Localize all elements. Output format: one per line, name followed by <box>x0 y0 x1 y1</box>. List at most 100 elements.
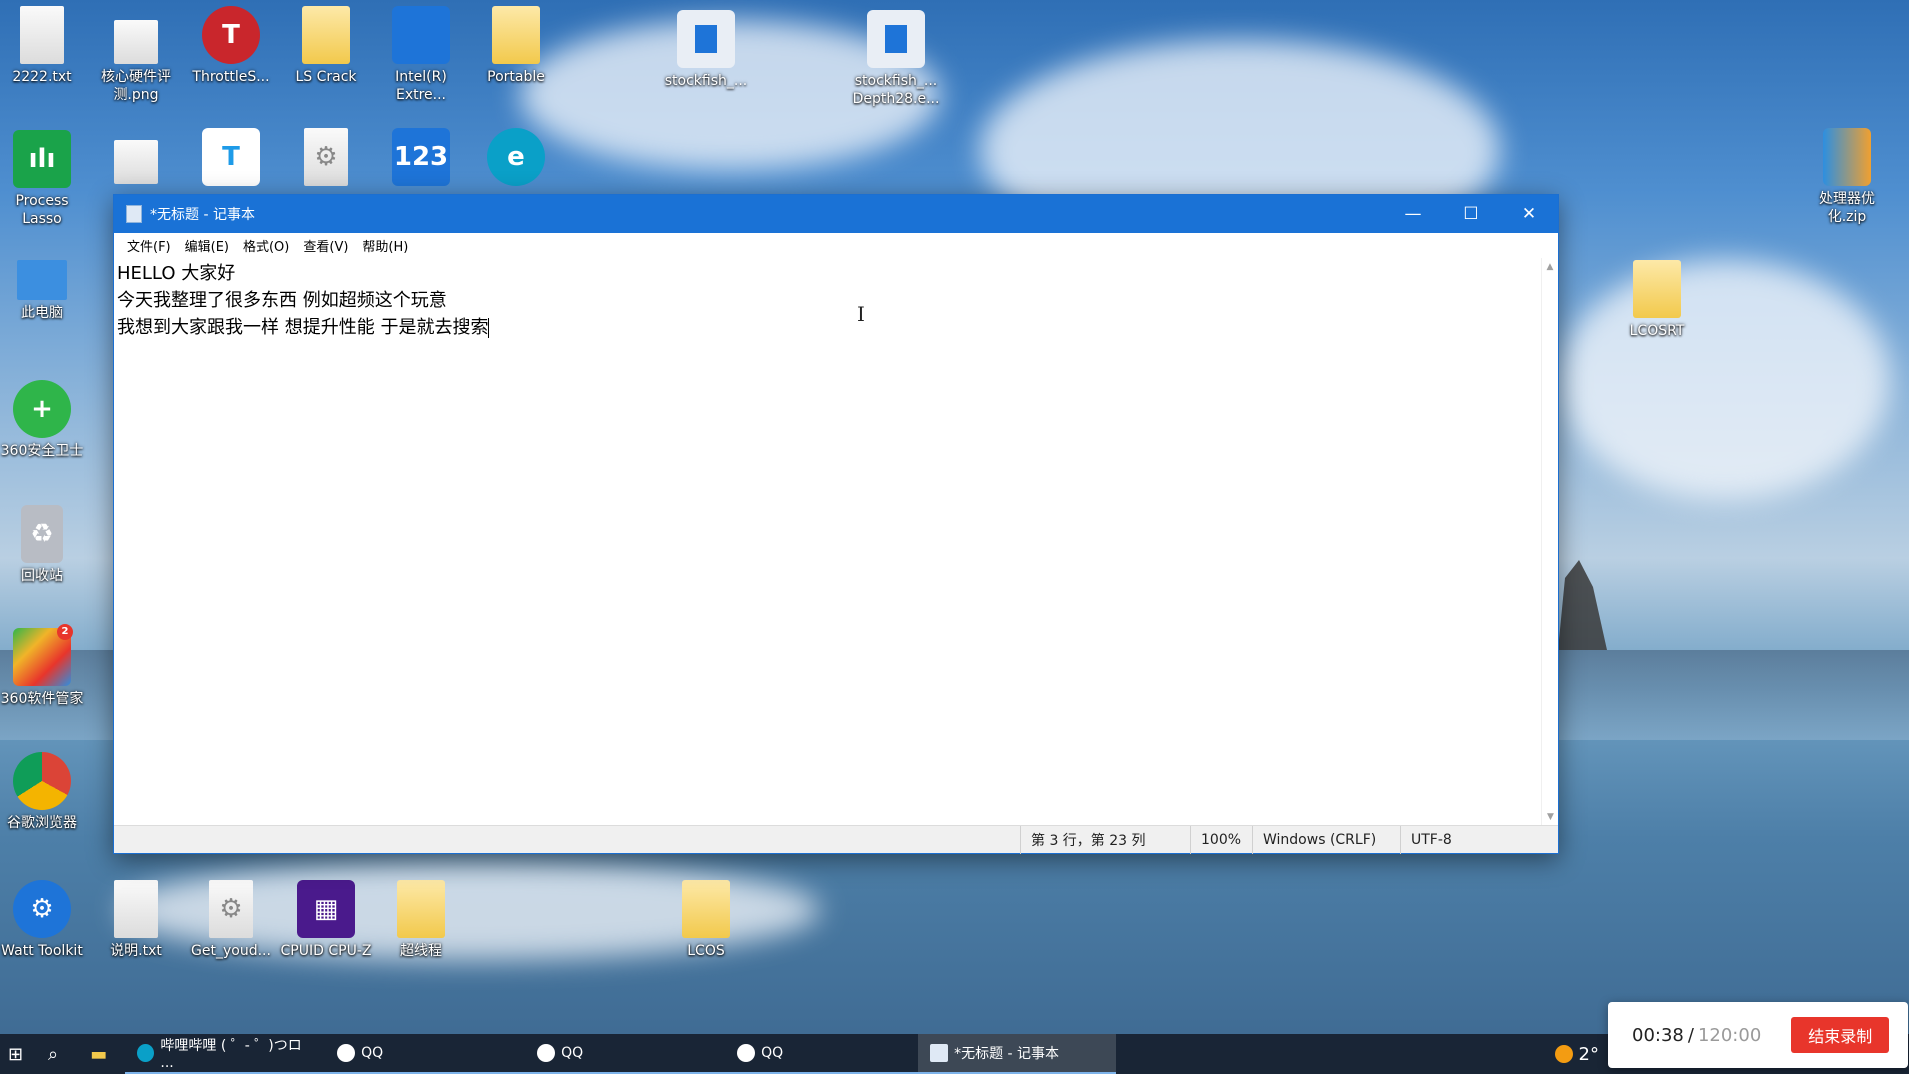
scroll-up-arrow-icon[interactable]: ▲ <box>1542 258 1558 275</box>
mouse-ibeam-cursor-icon: I <box>857 302 865 326</box>
360-security-icon: + <box>13 380 71 438</box>
start-button[interactable]: ⊞ <box>0 1034 34 1074</box>
status-zoom: 100% <box>1190 826 1252 854</box>
text-line: 今天我整理了很多东西 例如超频这个玩意 <box>117 290 447 311</box>
scroll-down-arrow-icon[interactable]: ▼ <box>1542 808 1559 825</box>
window-title: *无标题 - 记事本 <box>150 207 255 223</box>
taskbar-task-bilibili[interactable]: 哔哩哔哩 ( ゜- ゜)つロ ... <box>125 1034 326 1074</box>
close-button[interactable]: ✕ <box>1500 195 1558 233</box>
qq-icon <box>537 1044 556 1062</box>
desktop-icon-edge[interactable]: e <box>469 128 563 190</box>
desktop-icon-hyperthreading[interactable]: 超线程 <box>374 880 468 960</box>
desktop-icon-2222-txt[interactable]: 2222.txt <box>0 6 89 86</box>
desktop-icon-readme-txt[interactable]: 说明.txt <box>89 880 183 960</box>
throttlestop-icon: T <box>202 6 260 64</box>
desktop-icon-get-youd[interactable]: ⚙ Get_youd... <box>184 880 278 960</box>
title-bar[interactable]: *无标题 - 记事本 — ☐ ✕ <box>114 195 1558 233</box>
intel-xtu-icon <box>392 6 450 64</box>
minimize-button[interactable]: — <box>1384 195 1442 233</box>
status-encoding: UTF-8 <box>1400 826 1530 854</box>
recording-widget: 00:38 / 120:00 结束录制 <box>1608 1002 1908 1068</box>
desktop-icon-360-security[interactable]: + 360安全卫士 <box>0 380 89 460</box>
zip-archive-icon <box>1823 128 1871 186</box>
360-software-manager-icon: 2 <box>13 624 73 686</box>
recording-elapsed: 00:38 <box>1632 1024 1684 1046</box>
desktop-icon-ls-crack[interactable]: LS Crack <box>279 6 373 86</box>
process-lasso-icon: ılı <box>13 130 71 188</box>
image-file-icon <box>114 20 158 64</box>
menu-help[interactable]: 帮助(H) <box>355 236 415 255</box>
desktop-icon-portable[interactable]: Portable <box>469 6 563 86</box>
status-bar: 第 3 行，第 23 列 100% Windows (CRLF) UTF-8 <box>114 825 1558 854</box>
folder-icon <box>397 880 445 938</box>
cpuz-icon: ▦ <box>297 880 355 938</box>
desktop-icon-recycle-bin[interactable]: ♻ 回收站 <box>0 505 89 585</box>
watt-toolkit-icon: ⚙ <box>13 880 71 938</box>
vertical-scrollbar[interactable]: ▲ ▼ <box>1541 258 1558 825</box>
menu-bar: 文件(F) 编辑(E) 格式(O) 查看(V) 帮助(H) <box>114 233 1558 258</box>
desktop-icon-cpuz[interactable]: ▦ CPUID CPU-Z <box>279 880 373 960</box>
taskbar-task-qq[interactable]: QQ <box>525 1034 726 1074</box>
desktop-icon-stockfish-depth28[interactable]: stockfish_... Depth28.e... <box>849 10 943 108</box>
desktop-icon-chrome[interactable]: 谷歌浏览器 <box>0 752 89 832</box>
desktop-icon-process-lasso[interactable]: ılı Process Lasso <box>0 130 89 228</box>
123pan-icon: 123 <box>392 128 450 186</box>
menu-file[interactable]: 文件(F) <box>120 236 178 255</box>
desktop-icon-cpu-optimize-zip[interactable]: 处理器优化.zip <box>1800 128 1894 226</box>
text-line-content: 我想到大家跟我一样 想提升性能 于是就去搜索 <box>117 317 489 338</box>
desktop-icon-throttlestop[interactable]: T ThrottleS... <box>184 6 278 86</box>
search-icon: ⌕ <box>48 1043 59 1065</box>
notification-badge: 2 <box>57 624 73 640</box>
status-line-ending: Windows (CRLF) <box>1252 826 1400 854</box>
image-file-icon <box>114 140 158 184</box>
windows-logo-icon: ⊞ <box>8 1043 24 1065</box>
maximize-button[interactable]: ☐ <box>1442 195 1500 233</box>
desktop-icon-settings-file[interactable]: ⚙ <box>279 128 373 190</box>
qq-icon <box>337 1044 356 1062</box>
desktop-icon-image[interactable] <box>89 140 183 188</box>
edge-icon: e <box>487 128 545 186</box>
sun-icon <box>1554 1045 1573 1063</box>
stop-recording-button[interactable]: 结束录制 <box>1791 1017 1890 1053</box>
status-cursor-position: 第 3 行，第 23 列 <box>1020 826 1190 854</box>
notepad-icon <box>930 1044 949 1062</box>
notepad-window[interactable]: *无标题 - 记事本 — ☐ ✕ 文件(F) 编辑(E) 格式(O) 查看(V)… <box>113 194 1559 854</box>
text-caret <box>488 318 490 338</box>
text-line-last: 我想到大家跟我一样 想提升性能 于是就去搜索 <box>117 314 1555 341</box>
settings-file-icon: ⚙ <box>209 880 253 938</box>
search-button[interactable]: ⌕ <box>34 1034 78 1074</box>
desktop-icon-stockfish[interactable]: stockfish_... <box>659 10 753 90</box>
desktop-icon-360-software[interactable]: 2 360软件管家 <box>0 624 89 708</box>
folder-icon <box>1633 260 1681 318</box>
file-explorer-button[interactable]: ▬ <box>78 1034 125 1074</box>
notepad-icon <box>126 205 142 223</box>
computer-icon <box>17 260 67 300</box>
text-file-icon <box>114 880 158 938</box>
taskbar-task-qq[interactable]: QQ <box>725 1034 919 1074</box>
qq-icon <box>737 1044 756 1062</box>
recycle-bin-icon: ♻ <box>21 505 63 563</box>
desktop-icon-this-pc[interactable]: 此电脑 <box>0 260 89 322</box>
taskbar-task-notepad[interactable]: *无标题 - 记事本 <box>918 1034 1117 1074</box>
text-editor[interactable]: HELLO 大家好 今天我整理了很多东西 例如超频这个玩意 我想到大家跟我一样 … <box>114 258 1558 825</box>
text-file-icon <box>20 6 64 64</box>
desktop-icon-teambition[interactable]: T <box>184 128 278 190</box>
stockfish-icon <box>867 10 925 68</box>
settings-file-icon: ⚙ <box>304 128 348 186</box>
menu-view[interactable]: 查看(V) <box>296 236 355 255</box>
desktop-icon-intel-xtu[interactable]: Intel(R) Extre... <box>374 6 468 104</box>
folder-icon <box>682 880 730 938</box>
menu-edit[interactable]: 编辑(E) <box>178 236 236 255</box>
recording-separator: / <box>1687 1024 1694 1046</box>
folder-icon: ▬ <box>90 1043 108 1065</box>
desktop-icon-lcosrt[interactable]: LCOSRT <box>1610 260 1704 340</box>
desktop-icon-watt-toolkit[interactable]: ⚙ Watt Toolkit <box>0 880 89 960</box>
taskbar-task-qq[interactable]: QQ <box>325 1034 526 1074</box>
desktop-icon-lcos[interactable]: LCOS <box>659 880 753 960</box>
desktop-icon-123pan[interactable]: 123 <box>374 128 468 190</box>
folder-icon <box>492 6 540 64</box>
desktop-icon-hardware-review[interactable]: 核心硬件评测.png <box>89 20 183 104</box>
weather-widget[interactable]: 2° <box>1545 1034 1609 1074</box>
menu-format[interactable]: 格式(O) <box>236 236 296 255</box>
text-line: HELLO 大家好 <box>117 263 236 284</box>
